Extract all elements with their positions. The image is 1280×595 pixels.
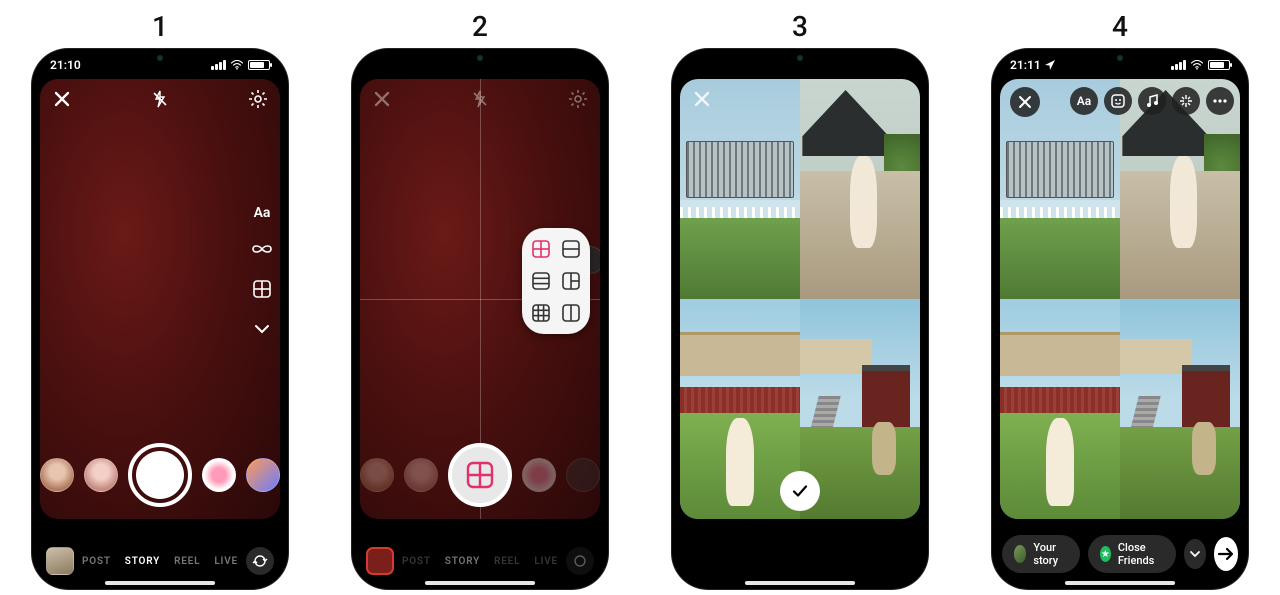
confirm-button[interactable] (780, 471, 820, 511)
filter-lens[interactable] (360, 458, 394, 492)
wifi-icon (1190, 60, 1204, 70)
filter-lens[interactable] (566, 458, 600, 492)
your-story-button[interactable]: Your story (1002, 535, 1080, 573)
flash-off-icon[interactable] (468, 87, 492, 111)
more-ellipsis-icon[interactable] (1206, 87, 1234, 115)
your-story-label: Your story (1033, 541, 1067, 567)
camera-notch (477, 55, 483, 61)
gallery-button[interactable] (46, 547, 74, 575)
mode-live[interactable]: LIVE (534, 556, 558, 567)
camera-flip-icon[interactable] (246, 547, 274, 575)
close-icon[interactable] (370, 87, 394, 111)
filter-lens[interactable] (404, 458, 438, 492)
mode-story[interactable]: STORY (125, 556, 160, 567)
collage-cell[interactable] (1000, 299, 1120, 519)
phone-frame (672, 49, 928, 589)
home-indicator (105, 581, 215, 585)
camera-mode-selector[interactable]: POST STORY REEL LIVE (402, 556, 558, 567)
layout-grid-icon[interactable] (250, 277, 274, 301)
layout-option-halves-v[interactable] (560, 302, 582, 324)
mode-reel[interactable]: REEL (494, 556, 520, 567)
phone-frame: POST STORY REEL LIVE (352, 49, 608, 589)
wifi-icon (230, 60, 244, 70)
flash-off-icon[interactable] (148, 87, 172, 111)
filter-lens[interactable] (202, 458, 236, 492)
step-number: 4 (1112, 10, 1128, 43)
chevron-down-icon[interactable] (250, 317, 274, 341)
home-indicator (425, 581, 535, 585)
avatar (1014, 545, 1026, 563)
mode-reel[interactable]: REEL (174, 556, 200, 567)
home-indicator (745, 581, 855, 585)
step-number: 3 (792, 10, 808, 43)
mode-post[interactable]: POST (82, 556, 111, 567)
story-editor[interactable]: Aa (1000, 79, 1240, 519)
close-icon[interactable] (50, 87, 74, 111)
phone-frame: 21:10 Aa (32, 49, 288, 589)
layout-option-rows-2[interactable] (560, 238, 582, 260)
music-icon[interactable] (1138, 87, 1166, 115)
phone-frame: 21:11 Aa (992, 49, 1248, 589)
layout-option-2x2[interactable] (530, 238, 552, 260)
layout-option-col-split[interactable] (560, 270, 582, 292)
sticker-icon[interactable] (1104, 87, 1132, 115)
status-time: 21:11 (1010, 58, 1041, 72)
filter-lens[interactable] (246, 458, 280, 492)
check-icon (791, 482, 809, 500)
filter-lens[interactable] (40, 458, 74, 492)
camera-notch (157, 55, 163, 61)
camera-notch (1117, 55, 1123, 61)
chevron-down-icon[interactable] (1184, 539, 1205, 569)
collage-cell[interactable] (680, 79, 800, 299)
signal-icon (1171, 60, 1186, 70)
layout-option-rows-3[interactable] (530, 270, 552, 292)
home-indicator (1065, 581, 1175, 585)
collage-preview[interactable] (680, 79, 920, 519)
close-icon[interactable] (1010, 87, 1040, 117)
filter-lens[interactable] (522, 458, 556, 492)
star-icon: ★ (1100, 546, 1111, 562)
text-tool-icon[interactable]: Aa (1070, 87, 1098, 115)
battery-icon (248, 60, 270, 70)
close-icon[interactable] (690, 87, 714, 111)
camera-mode-selector[interactable]: POST STORY REEL LIVE (82, 556, 238, 567)
gallery-button[interactable] (366, 547, 394, 575)
close-friends-button[interactable]: ★ Close Friends (1088, 535, 1176, 573)
boomerang-infinity-icon[interactable] (250, 237, 274, 261)
step-number: 1 (152, 10, 168, 43)
collage-cell[interactable] (800, 79, 920, 299)
close-friends-label: Close Friends (1118, 541, 1164, 567)
mode-story[interactable]: STORY (445, 556, 480, 567)
location-arrow-icon (1045, 60, 1055, 70)
filter-lens[interactable] (84, 458, 118, 492)
shutter-button[interactable] (128, 443, 192, 507)
settings-gear-icon[interactable] (566, 87, 590, 111)
text-tool-icon[interactable]: Aa (254, 205, 271, 221)
layout-picker (522, 228, 590, 334)
settings-gear-icon[interactable] (246, 87, 270, 111)
mode-live[interactable]: LIVE (214, 556, 238, 567)
sparkle-effects-icon[interactable] (1172, 87, 1200, 115)
status-time: 21:10 (50, 58, 81, 72)
shutter-button-layout[interactable] (448, 443, 512, 507)
mode-post[interactable]: POST (402, 556, 431, 567)
send-arrow-icon (1217, 547, 1235, 561)
step-number: 2 (472, 10, 488, 43)
camera-notch (797, 55, 803, 61)
camera-flip-icon[interactable] (566, 547, 594, 575)
signal-icon (211, 60, 226, 70)
layout-option-3x3[interactable] (530, 302, 552, 324)
collage-cell[interactable] (1120, 299, 1240, 519)
battery-icon (1208, 60, 1230, 70)
send-button[interactable] (1214, 537, 1238, 571)
